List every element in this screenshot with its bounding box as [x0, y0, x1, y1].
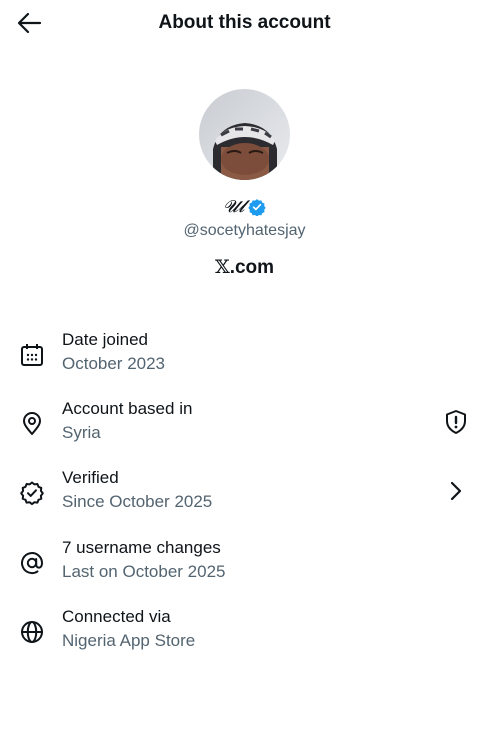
row-connected-via: Connected via Nigeria App Store: [0, 604, 489, 660]
site-label: 𝕏.com: [0, 256, 489, 279]
row-value: Syria: [62, 423, 101, 442]
at-sign-icon: [21, 552, 44, 575]
row-label: 7 username changes: [62, 538, 221, 557]
row-value: Nigeria App Store: [62, 631, 196, 650]
row-label: Account based in: [62, 399, 193, 418]
display-name: 𝓤𝓵: [223, 197, 245, 217]
row-label: Connected via: [62, 607, 171, 626]
row-value: Since October 2025: [62, 492, 213, 511]
row-label: Date joined: [62, 330, 149, 349]
calendar-icon: [21, 344, 43, 366]
row-date-joined: Date joined October 2023: [0, 327, 489, 383]
row-value: Last on October 2025: [62, 562, 226, 581]
top-bar: About this account: [0, 0, 489, 46]
globe-icon: [21, 621, 43, 643]
shield-alert-icon[interactable]: [442, 408, 470, 436]
name-row: 𝓤𝓵: [0, 196, 489, 218]
site-domain: .com: [229, 257, 275, 278]
chevron-right-icon[interactable]: [442, 477, 470, 505]
avatar-photo: [199, 89, 290, 180]
row-label: Verified: [62, 468, 119, 487]
row-username-changes: 7 username changes Last on October 2025: [0, 535, 489, 591]
username-handle: @socetyhatesjay: [183, 222, 306, 239]
avatar[interactable]: [199, 89, 290, 180]
row-value: October 2023: [62, 354, 166, 373]
verified-check-icon: [20, 481, 44, 506]
x-logo-text: 𝕏: [214, 256, 230, 278]
location-pin-icon: [23, 412, 41, 435]
verified-badge-icon: [248, 199, 266, 216]
row-verified[interactable]: Verified Since October 2025: [0, 465, 489, 521]
row-account-based-in[interactable]: Account based in Syria: [0, 396, 489, 452]
page-title: About this account: [158, 12, 331, 33]
